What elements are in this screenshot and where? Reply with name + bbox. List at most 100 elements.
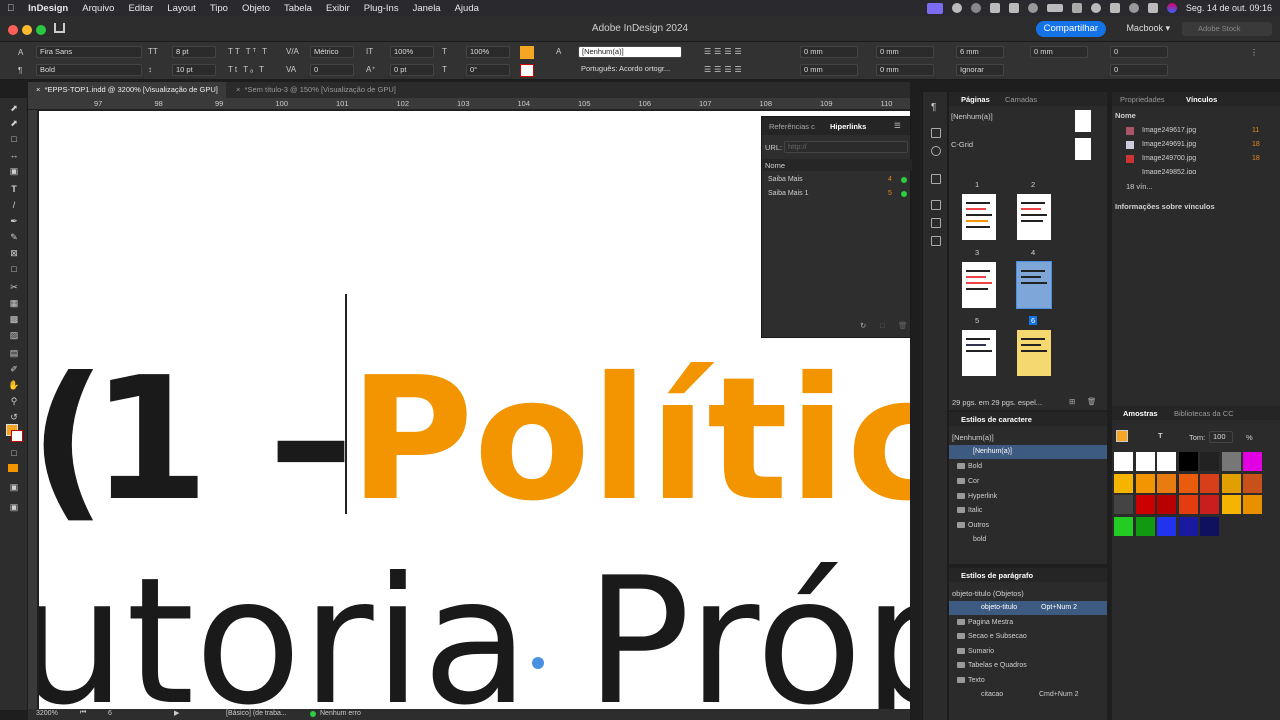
tab-cc-libraries[interactable]: Bibliotecas da CC: [1174, 409, 1234, 418]
swatch[interactable]: [1178, 452, 1198, 471]
tab-epps-top1[interactable]: × *EPPS-TOP1.indd @ 3200% [Visualização …: [28, 82, 226, 98]
tint-field[interactable]: 100: [1209, 431, 1233, 443]
pen-tool-icon[interactable]: ✒: [8, 216, 20, 226]
adobe-stock-search[interactable]: Adobe Stock: [1182, 22, 1272, 36]
page-thumbnail-3[interactable]: [962, 194, 996, 240]
page-thumbnail-6[interactable]: [1016, 261, 1052, 309]
swatch[interactable]: [1157, 516, 1176, 536]
battery-icon[interactable]: [1046, 4, 1063, 12]
screen-record-icon[interactable]: [926, 2, 943, 14]
character-style-field[interactable]: [Nenhum(a)]: [578, 46, 682, 58]
direct-selection-tool-icon[interactable]: ⬈: [8, 118, 20, 128]
swatch[interactable]: [1243, 473, 1262, 493]
swatch[interactable]: [1157, 452, 1176, 471]
menu-ajuda[interactable]: Ajuda: [448, 3, 486, 14]
space-before-field[interactable]: 6 mm: [956, 46, 1004, 58]
gradient-feather-tool-icon[interactable]: ▨: [8, 330, 20, 340]
leading-field[interactable]: 10 pt: [172, 64, 216, 76]
font-size-field[interactable]: 8 pt: [172, 46, 216, 58]
close-tab-icon[interactable]: ×: [236, 85, 240, 94]
swatch[interactable]: [1243, 495, 1262, 514]
eyedropper-tool-icon[interactable]: ✐: [8, 364, 20, 374]
selection-tool-icon[interactable]: ⬈: [8, 103, 20, 113]
space-after-field[interactable]: 0 mm: [1030, 46, 1088, 58]
new-page-icon[interactable]: ⊞: [1069, 397, 1075, 406]
menu-exibir[interactable]: Exibir: [319, 3, 357, 14]
swatch[interactable]: [1114, 452, 1133, 471]
gap-tool-icon[interactable]: ↔: [8, 150, 20, 160]
swatch[interactable]: [1200, 473, 1219, 493]
swatch[interactable]: [1178, 495, 1198, 514]
swatch[interactable]: [1243, 452, 1262, 471]
master-none-thumbnail[interactable]: [1075, 110, 1091, 132]
wifi-icon[interactable]: [1071, 3, 1082, 13]
scissors-tool-icon[interactable]: ✂: [8, 282, 20, 292]
master-c-grid-thumbnail[interactable]: [1075, 138, 1091, 160]
tab-swatches[interactable]: Amostras: [1123, 409, 1158, 418]
rectangle-tool-icon[interactable]: □: [8, 264, 20, 274]
link-info-header[interactable]: Informações sobre vínculos: [1115, 202, 1215, 211]
hyperlink-row[interactable]: Saiba Mais 4: [762, 173, 910, 187]
new-hyperlink-icon[interactable]: □: [880, 321, 885, 330]
note-tool-icon[interactable]: ▤: [8, 348, 20, 358]
tab-cross-references[interactable]: Referências c: [769, 122, 815, 131]
preflight-status[interactable]: Nenhum erro: [320, 710, 361, 717]
swatch[interactable]: [1178, 516, 1198, 536]
menu-app-indesign[interactable]: InDesign: [21, 3, 75, 14]
media-icon[interactable]: [989, 3, 1000, 13]
panel-menu-icon[interactable]: ☰: [894, 121, 901, 130]
brightness-icon[interactable]: [970, 3, 981, 13]
zoom-level[interactable]: 3200%: [36, 710, 58, 717]
paragraph-styles-title[interactable]: Estilos de parágrafo: [961, 571, 1033, 580]
page-nav-next-icon[interactable]: ▶: [174, 709, 179, 717]
vertical-scale-field[interactable]: 100%: [390, 46, 434, 58]
screen-mode-icon[interactable]: ▣: [8, 482, 20, 492]
char-style-folder[interactable]: Outros: [949, 519, 1107, 533]
master-none[interactable]: [Nenhum(a)]: [951, 112, 993, 121]
fill-color-icon[interactable]: [520, 46, 534, 59]
char-style-folder[interactable]: Cor: [949, 475, 1107, 489]
preview-mode-icon[interactable]: ▣: [8, 502, 20, 512]
char-style-item[interactable]: bold: [949, 533, 1107, 547]
language-field[interactable]: Português: Acordo ortogr...: [578, 64, 682, 76]
page-nav-first-icon[interactable]: ⏮: [80, 709, 86, 717]
align-buttons-row1[interactable]: ☰☰☰☰: [704, 47, 745, 56]
menu-plugins[interactable]: Plug-Ins: [357, 3, 406, 14]
free-transform-tool-icon[interactable]: ▦: [8, 298, 20, 308]
apply-color-icon[interactable]: [8, 464, 18, 472]
record-icon[interactable]: [951, 3, 962, 13]
text-format-icon[interactable]: T: [1158, 431, 1163, 440]
tab-links[interactable]: Vínculos: [1186, 95, 1217, 104]
links-panel-icon[interactable]: [931, 146, 941, 156]
page-thumbnail-8[interactable]: [1017, 330, 1051, 376]
content-collector-icon[interactable]: ▣: [8, 166, 20, 176]
pages-panel-icon[interactable]: [931, 174, 941, 184]
swatch[interactable]: [1200, 495, 1219, 514]
tab-pages[interactable]: Páginas: [961, 95, 990, 104]
apple-icon[interactable]: : [0, 3, 21, 14]
dropcap-lines-field[interactable]: 0: [1110, 46, 1168, 58]
wrap-panel-icon[interactable]: [931, 128, 941, 138]
swatch[interactable]: [1114, 473, 1133, 493]
page-thumbnail-4[interactable]: [1017, 194, 1051, 240]
menu-objeto[interactable]: Objeto: [235, 3, 277, 14]
workspace-switcher[interactable]: Macbook ▾: [1126, 23, 1170, 34]
hyperlink-row[interactable]: Saiba Mais 1 5: [762, 187, 910, 201]
align-buttons-row2[interactable]: ☰☰☰☰: [704, 65, 745, 74]
control-menu-icon[interactable]: ⋮: [1250, 48, 1258, 57]
tab-hyperlinks[interactable]: Hiperlinks: [830, 122, 866, 131]
horizontal-ruler[interactable]: 97 98 99 100 101 102 103 104 105 106 107 108 109 110: [28, 98, 910, 110]
char-style-item-selected[interactable]: [Nenhum(a)]: [949, 445, 1107, 459]
char-style-folder[interactable]: Italic: [949, 504, 1107, 518]
paragraph-panel-icon[interactable]: ¶: [931, 102, 941, 113]
swatch[interactable]: [1200, 452, 1219, 471]
color-panel-icon[interactable]: [931, 236, 941, 246]
swatch[interactable]: [1135, 452, 1155, 471]
dropcap-chars-field[interactable]: 0: [1110, 64, 1168, 76]
hand-tool-icon[interactable]: ✋: [8, 380, 20, 390]
link-row[interactable]: Image249852.jpg: [1112, 166, 1280, 174]
swatch[interactable]: [1135, 516, 1155, 536]
swatch[interactable]: [1221, 452, 1241, 471]
menu-tipo[interactable]: Tipo: [203, 3, 235, 14]
tab-layers[interactable]: Camadas: [1005, 95, 1037, 104]
